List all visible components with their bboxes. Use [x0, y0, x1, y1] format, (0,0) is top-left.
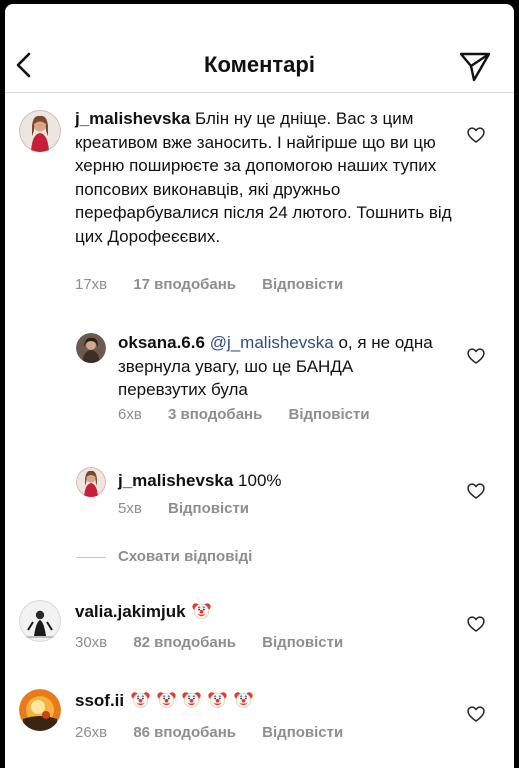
avatar[interactable] [19, 689, 61, 731]
comment-meta: 5хв Відповісти [118, 500, 271, 517]
clown-face-emoji [192, 601, 211, 620]
clown-face-emoji [157, 690, 176, 709]
avatar[interactable] [19, 110, 61, 152]
comment-meta: 6хв 3 вподобань Відповісти [118, 406, 392, 423]
comment-text: Блін ну це дніще. Вас з цим креативом вж… [75, 109, 452, 246]
hide-replies-divider [76, 557, 106, 558]
reply-button[interactable]: Відповісти [262, 276, 343, 293]
comment-time: 30хв [75, 634, 108, 651]
heart-outline-icon[interactable] [466, 346, 486, 366]
comment-meta: 17хв 17 вподобань Відповісти [75, 276, 365, 293]
clown-face-emoji [234, 690, 253, 709]
avatar[interactable] [19, 600, 61, 642]
share-button[interactable] [457, 48, 493, 84]
comments-screen: Коментарі j_malishevska Блін ну це дніще… [5, 4, 514, 768]
comment-body: valia.jakimjuk [75, 600, 435, 624]
paper-plane-icon [459, 52, 491, 82]
comment-username[interactable]: oksana.6.6 [118, 333, 205, 352]
comment-body: oksana.6.6 @j_malishevska о, я не одна з… [118, 331, 438, 402]
comment-meta: 30хв 82 вподобань Відповісти [75, 634, 365, 651]
avatar[interactable] [76, 333, 106, 363]
user-photo-icon [19, 110, 61, 152]
comment-text: 100% [238, 471, 282, 490]
hide-replies-button[interactable]: Сховати відповіді [118, 548, 252, 565]
header: Коментарі [5, 4, 514, 92]
heart-outline-icon[interactable] [466, 481, 486, 501]
clown-face-emoji [182, 690, 201, 709]
comment-username[interactable]: valia.jakimjuk [75, 602, 186, 621]
comment-likes[interactable]: 17 вподобань [133, 276, 236, 293]
comment-time: 17хв [75, 276, 108, 293]
comment-likes[interactable]: 3 вподобань [168, 406, 262, 423]
user-photo-icon [19, 600, 61, 642]
clown-face-emoji [131, 690, 150, 709]
comment-time: 26хв [75, 724, 108, 741]
comment-likes[interactable]: 86 вподобань [133, 724, 236, 741]
heart-outline-icon[interactable] [466, 704, 486, 724]
comment-username[interactable]: ssof.ii [75, 691, 124, 710]
comment-time: 5хв [118, 500, 142, 517]
user-photo-icon [19, 689, 61, 731]
reply-button[interactable]: Відповісти [168, 500, 249, 517]
comment-body: j_malishevska 100% [118, 469, 438, 493]
user-photo-icon [76, 467, 106, 497]
heart-outline-icon[interactable] [466, 125, 486, 145]
mention-link[interactable]: @j_malishevska [210, 333, 334, 352]
header-divider [5, 92, 514, 93]
heart-outline-icon[interactable] [466, 614, 486, 634]
comment-username[interactable]: j_malishevska [118, 471, 233, 490]
comment-body: ssof.ii [75, 689, 435, 713]
comment-time: 6хв [118, 406, 142, 423]
avatar[interactable] [76, 467, 106, 497]
reply-button[interactable]: Відповісти [289, 406, 370, 423]
reply-button[interactable]: Відповісти [262, 634, 343, 651]
comment-meta: 26хв 86 вподобань Відповісти [75, 724, 365, 741]
clown-face-emoji [208, 690, 227, 709]
page-title: Коментарі [204, 52, 315, 77]
comment-username[interactable]: j_malishevska [75, 109, 190, 128]
comment-likes[interactable]: 82 вподобань [133, 634, 236, 651]
comment-body: j_malishevska Блін ну це дніще. Вас з ци… [75, 107, 455, 248]
user-photo-icon [76, 333, 106, 363]
reply-button[interactable]: Відповісти [262, 724, 343, 741]
